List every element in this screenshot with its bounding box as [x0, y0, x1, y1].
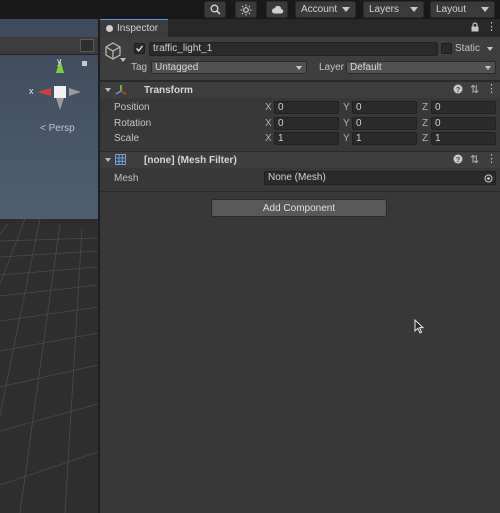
more-options-icon[interactable]: ⋮ [486, 20, 497, 33]
object-name-input[interactable]: traffic_light_1 [149, 42, 438, 56]
search-icon [210, 4, 221, 15]
layer-label: Layer [319, 62, 345, 73]
inspector-tabbar: Inspector ⋮ [100, 19, 500, 37]
axis-x-label: X [265, 133, 272, 144]
chevron-down-icon [481, 7, 489, 12]
position-y-field[interactable]: 0 [352, 101, 417, 114]
tag-dropdown[interactable]: Untagged [151, 61, 307, 74]
search-button[interactable] [204, 1, 226, 18]
account-dropdown[interactable]: Account [295, 1, 356, 18]
mesh-grid-icon [115, 154, 126, 165]
scale-z-field[interactable]: 1 [431, 132, 496, 145]
rotation-z-field[interactable]: 0 [431, 117, 496, 130]
more-options-icon[interactable]: ⋮ [486, 82, 497, 95]
chevron-down-icon [296, 66, 302, 70]
scene-search-field[interactable] [80, 39, 94, 52]
help-icon[interactable]: ? [453, 84, 463, 96]
axis-z-label: Z [422, 102, 429, 113]
tag-label: Tag [131, 62, 148, 73]
rotation-label: Rotation [114, 118, 152, 129]
presets-icon[interactable]: ⇅ [470, 153, 479, 166]
collapse-icon[interactable] [105, 158, 111, 162]
persp-label[interactable]: < Persp [40, 123, 75, 134]
static-label: Static [455, 43, 481, 54]
axis-y-label: Y [343, 133, 350, 144]
axis-x-label: X [265, 102, 272, 113]
layout-label: Layout [436, 4, 467, 15]
svg-text:?: ? [456, 87, 460, 94]
chevron-down-icon [410, 7, 418, 12]
axis-y-label: Y [343, 102, 350, 113]
position-z-field[interactable]: 0 [431, 101, 496, 114]
lock-icon[interactable] [471, 22, 479, 34]
scale-label: Scale [114, 133, 140, 144]
help-icon[interactable]: ? [453, 154, 463, 166]
layout-dropdown[interactable]: Layout [430, 1, 495, 18]
cloud-icon [271, 5, 283, 14]
object-picker-icon[interactable] [484, 174, 493, 183]
tab-inspector-label: Inspector [117, 23, 159, 34]
add-component-button[interactable]: Add Component [211, 199, 387, 217]
transform-header[interactable]: Transform ? ⇅ ⋮ [100, 81, 500, 98]
layers-label: Layers [369, 4, 400, 15]
static-dropdown-icon[interactable] [487, 47, 493, 51]
layers-dropdown[interactable]: Layers [363, 1, 424, 18]
gizmo-y-label: y [57, 56, 62, 66]
static-checkbox[interactable] [441, 43, 452, 54]
scale-x-field[interactable]: 1 [274, 132, 339, 145]
chevron-down-icon [342, 7, 350, 12]
scale-y-field[interactable]: 1 [352, 132, 417, 145]
mesh-label: Mesh [114, 173, 139, 184]
scene-view[interactable]: y x < Persp [0, 19, 98, 513]
chevron-down-icon[interactable] [120, 58, 126, 62]
axis-x-label: X [265, 118, 272, 129]
info-icon [106, 25, 113, 32]
top-toolbar: Account Layers Layout [0, 0, 500, 19]
chevron-down-icon [485, 66, 491, 70]
axis-z-label: Z [422, 118, 429, 129]
mesh-object-field[interactable]: None (Mesh) [264, 171, 496, 185]
divider [100, 191, 500, 192]
more-options-icon[interactable]: ⋮ [486, 152, 497, 165]
layer-dropdown[interactable]: Default [346, 61, 496, 74]
layer-value: Default [350, 62, 382, 73]
checkmark-icon [135, 45, 144, 52]
position-label: Position [114, 102, 150, 113]
active-checkbox[interactable] [134, 43, 145, 54]
position-x-field[interactable]: 0 [274, 101, 339, 114]
tab-inspector[interactable]: Inspector [100, 19, 168, 37]
rotation-y-field[interactable]: 0 [352, 117, 417, 130]
services-button[interactable] [235, 1, 257, 18]
transform-icon [115, 85, 127, 95]
lock-icon[interactable] [82, 61, 87, 66]
transform-title: Transform [144, 85, 193, 96]
svg-text:?: ? [456, 157, 460, 164]
cloud-button[interactable] [266, 1, 288, 18]
presets-icon[interactable]: ⇅ [470, 83, 479, 96]
axis-y-label: Y [343, 118, 350, 129]
tag-value: Untagged [155, 62, 199, 73]
collapse-icon[interactable] [105, 88, 111, 92]
mesh-filter-header[interactable]: [none] (Mesh Filter) ? ⇅ ⋮ [100, 151, 500, 168]
rotation-x-field[interactable]: 0 [274, 117, 339, 130]
gizmo-x-label: x [29, 86, 34, 96]
scene-toolbar [0, 37, 98, 55]
mesh-filter-title: [none] (Mesh Filter) [144, 155, 237, 166]
mouse-cursor-icon [414, 319, 424, 334]
account-label: Account [301, 4, 338, 15]
sun-icon [240, 4, 252, 15]
axis-z-label: Z [422, 133, 429, 144]
